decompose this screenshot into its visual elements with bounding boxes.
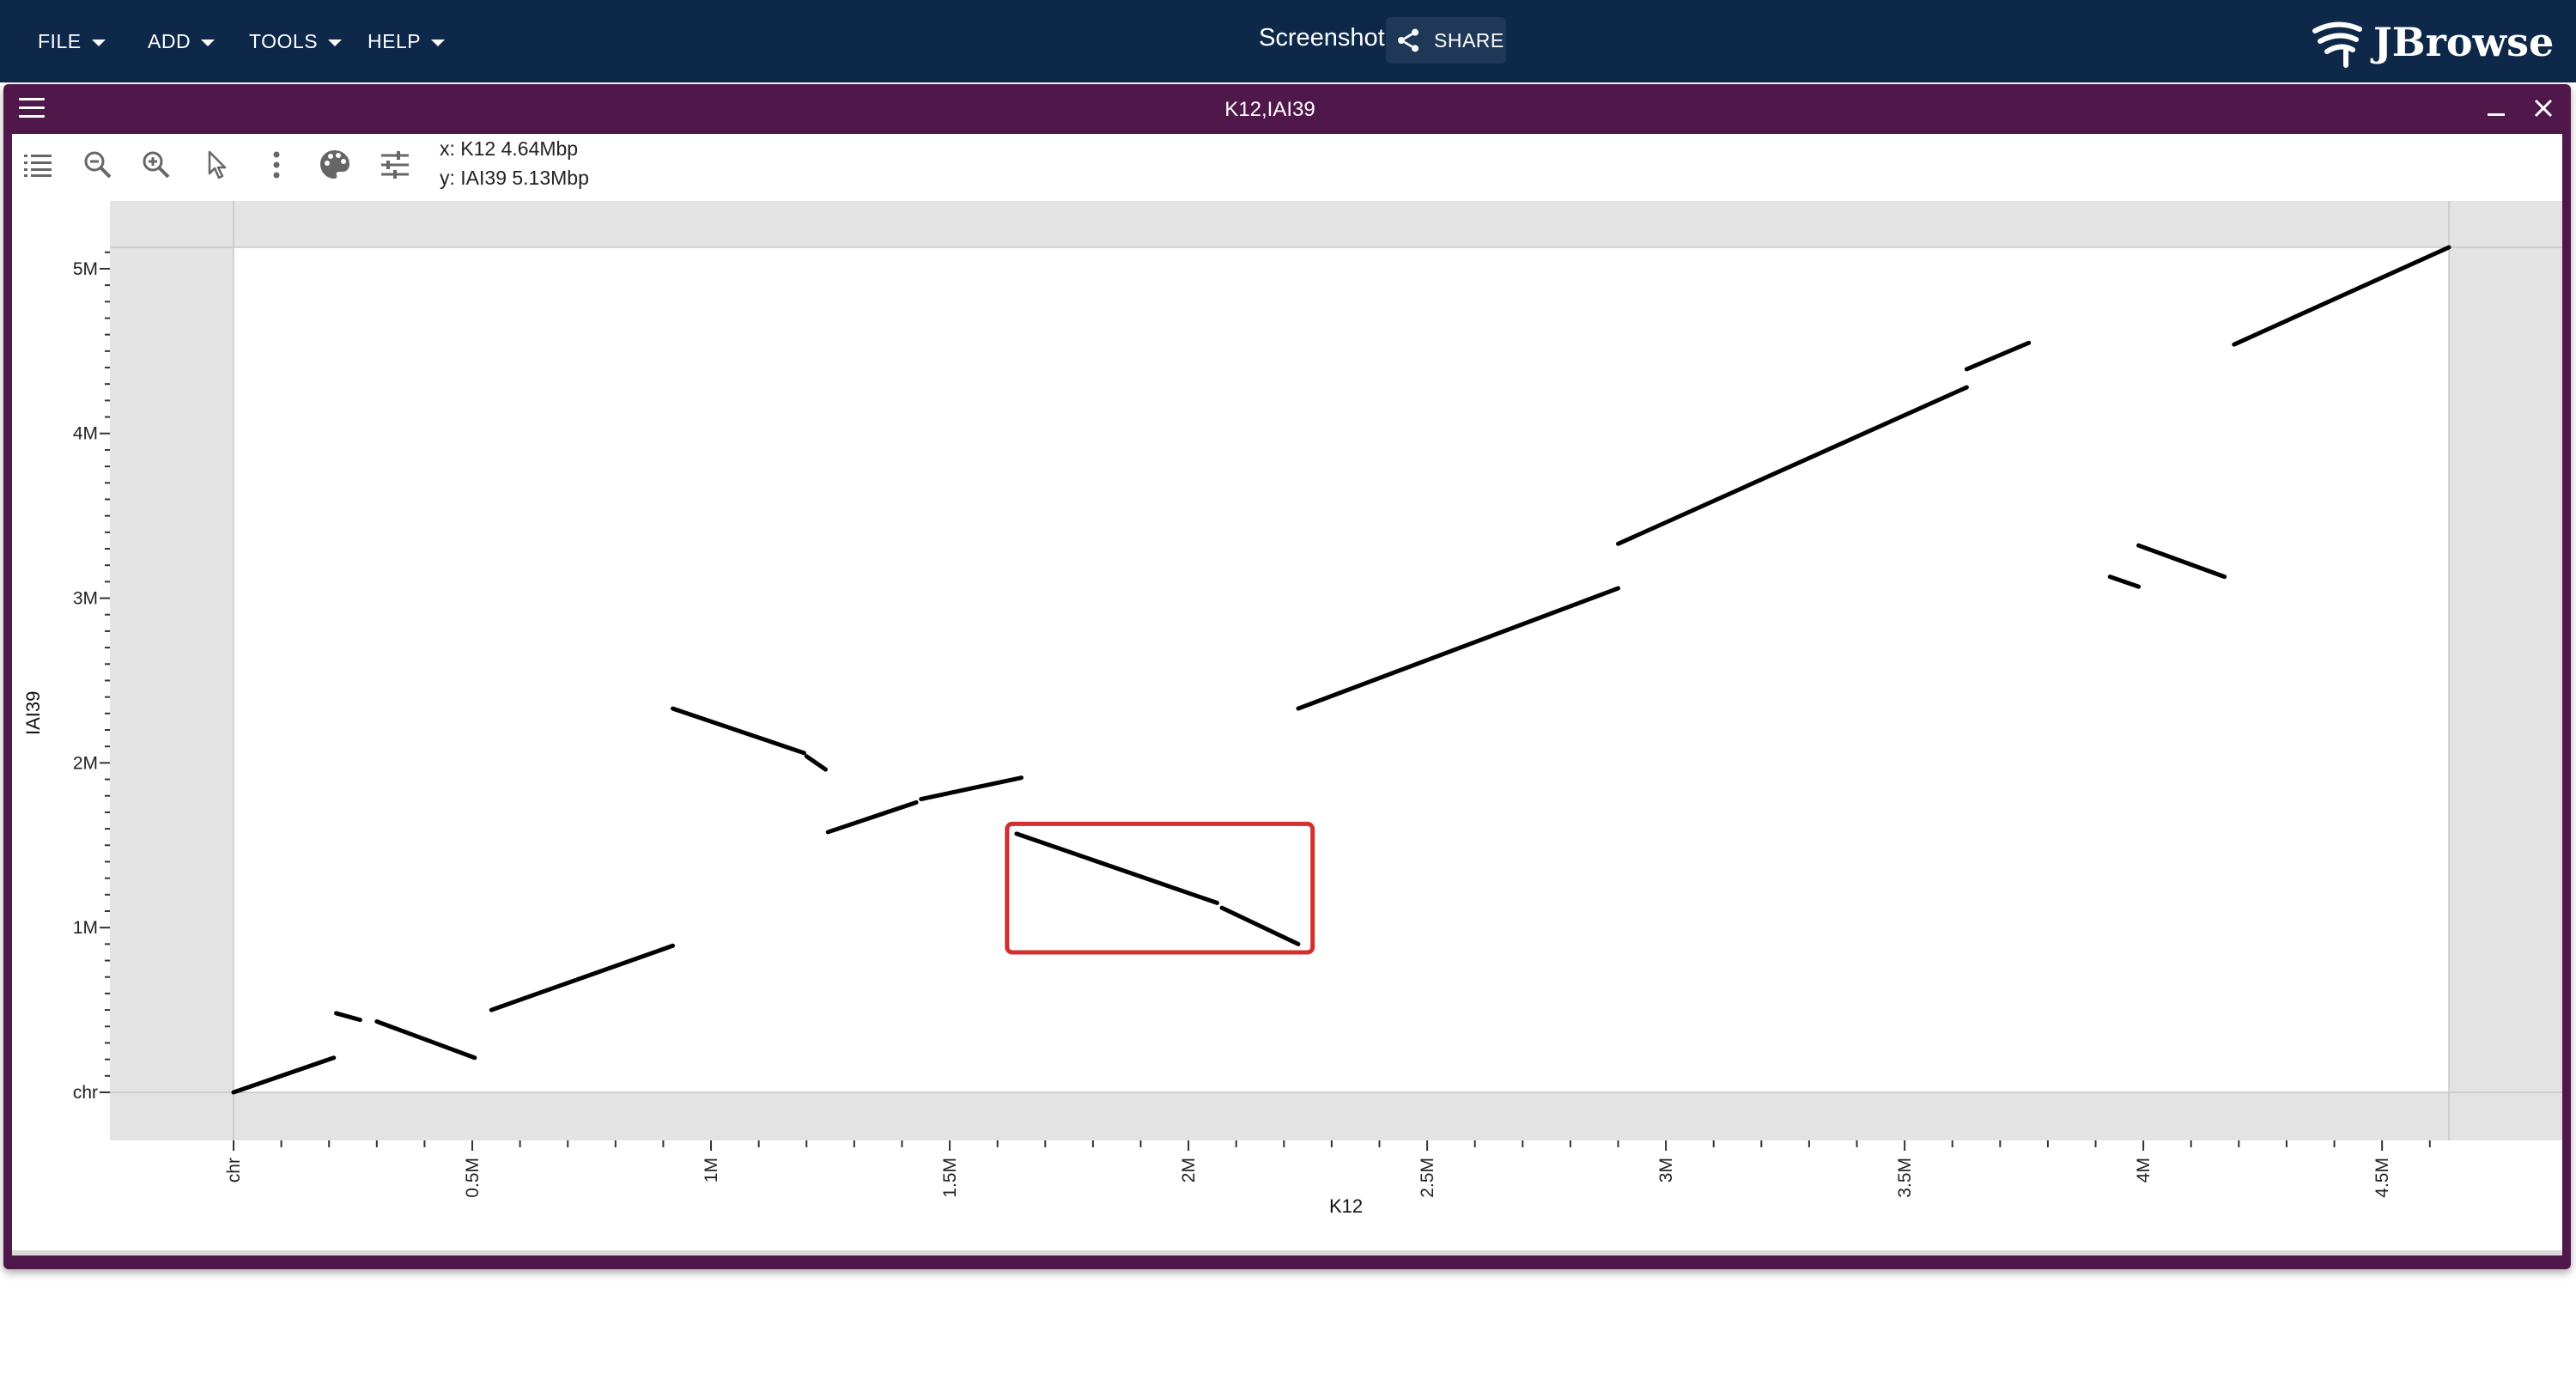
chevron-down-icon xyxy=(431,39,446,46)
chevron-down-icon xyxy=(91,39,106,46)
y-tick-label: 1M xyxy=(73,918,98,938)
x-tick-label: 3.5M xyxy=(1895,1158,1915,1198)
x-tick-label: 4M xyxy=(2134,1158,2154,1182)
share-label: SHARE xyxy=(1434,28,1504,52)
file-menu-button[interactable]: FILE xyxy=(38,22,106,60)
help-menu-label: HELP xyxy=(368,29,422,52)
share-button[interactable]: SHARE xyxy=(1386,17,1506,64)
y-tick-label: 2M xyxy=(73,753,98,773)
close-icon[interactable] xyxy=(2531,96,2555,120)
view-resize-handle[interactable] xyxy=(12,1250,2562,1255)
x-tick-label: 2.5M xyxy=(1418,1158,1437,1198)
jbrowse-logo-icon xyxy=(2312,21,2362,68)
jbrowse-logo: JBrowse xyxy=(2312,15,2554,69)
chevron-down-icon xyxy=(201,39,216,46)
x-tick-label: 1M xyxy=(702,1158,721,1182)
app-bar: FILE ADD TOOLS HELP Screenshot SHARE JBr… xyxy=(0,0,2576,82)
tools-menu-button[interactable]: TOOLS xyxy=(249,22,343,60)
y-tick-label: chr xyxy=(73,1083,98,1103)
add-menu-button[interactable]: ADD xyxy=(148,22,216,60)
y-tick-label: 5M xyxy=(73,259,98,279)
x-tick-label: 0.5M xyxy=(463,1158,483,1198)
chevron-down-icon xyxy=(328,39,343,46)
x-axis: chr 0.5M 1M 1.5M 2M 2.5M 3M 3.5M 4M 4.5M xyxy=(224,1140,2431,1198)
dotplot-view: K12,IAI39 x: K12 4.64Mbp y: IAI39 5.13Mb… xyxy=(3,84,2571,1269)
minimize-icon[interactable] xyxy=(2488,113,2505,116)
logo-text: JBrowse xyxy=(2373,19,2555,65)
x-tick-label: 1.5M xyxy=(940,1158,960,1198)
x-tick-label: chr xyxy=(224,1158,244,1182)
y-axis-label: IAI39 xyxy=(22,690,44,735)
view-header: K12,IAI39 xyxy=(3,84,2571,134)
x-tick-label: 4.5M xyxy=(2372,1158,2392,1198)
view-title[interactable]: K12,IAI39 xyxy=(3,98,2537,122)
help-menu-button[interactable]: HELP xyxy=(368,22,446,60)
y-tick-label: 3M xyxy=(73,589,98,609)
x-axis-label: K12 xyxy=(1329,1195,1364,1217)
file-menu-label: FILE xyxy=(38,29,82,52)
tools-menu-label: TOOLS xyxy=(249,29,319,52)
x-tick-label: 3M xyxy=(1656,1158,1676,1182)
y-axis: chr 1M 2M 3M 4M 5M xyxy=(73,251,110,1103)
plot-data-region[interactable] xyxy=(234,247,2449,1092)
session-title[interactable]: Screenshot xyxy=(1259,24,1385,52)
add-menu-label: ADD xyxy=(148,29,191,52)
dotplot-canvas[interactable]: chr 0.5M 1M 1.5M 2M 2.5M 3M 3.5M 4M 4.5M chr 1M 2M 3… xyxy=(12,134,2562,1250)
x-tick-label: 2M xyxy=(1179,1158,1199,1182)
share-icon xyxy=(1398,28,1419,52)
y-tick-label: 4M xyxy=(73,424,98,444)
view-body: x: K12 4.64Mbp y: IAI39 5.13Mbp chr 0.5M 1… xyxy=(12,134,2562,1250)
